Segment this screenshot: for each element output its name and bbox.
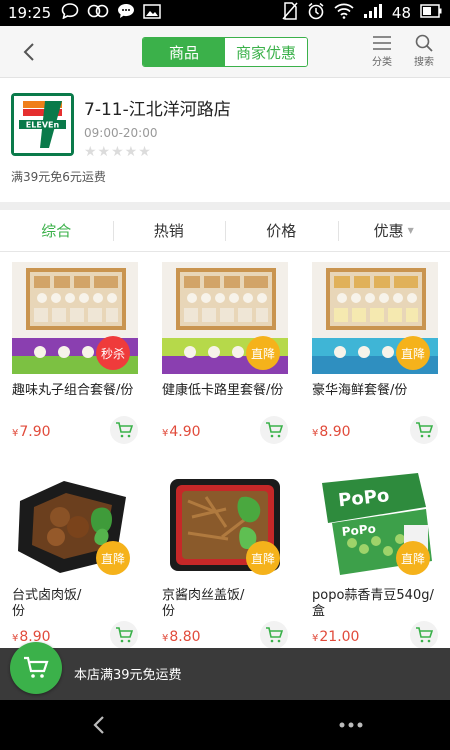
system-nav-bar xyxy=(0,700,450,750)
cart-icon xyxy=(116,422,133,438)
add-to-cart-button[interactable] xyxy=(410,621,438,649)
tab-products[interactable]: 商品 xyxy=(143,38,225,66)
cart-icon xyxy=(416,627,433,643)
product-name: 京酱肉丝盖饭/ 份 xyxy=(162,588,245,619)
free-shipping-promo: 本店满39元免运费 xyxy=(74,668,182,683)
product-card[interactable]: 直降 豪华海鲜套餐/份 ¥8.90 xyxy=(300,252,450,450)
signal-icon xyxy=(363,3,383,23)
cart-icon xyxy=(416,422,433,438)
rating-stars: ★★★★★ xyxy=(84,144,152,160)
promo-badge: 秒杀 xyxy=(96,336,130,370)
wifi-icon xyxy=(334,3,354,23)
product-name: 豪华海鲜套餐/份 xyxy=(312,383,408,398)
price-value: 21.00 xyxy=(319,629,360,645)
store-hours: 09:00-20:00 xyxy=(84,126,158,140)
list-icon xyxy=(373,36,391,50)
product-name: 趣味丸子组合套餐/份 xyxy=(12,383,134,398)
price-value: 8.90 xyxy=(319,424,351,440)
category-label: 分类 xyxy=(372,57,392,68)
currency-symbol: ¥ xyxy=(12,428,19,439)
add-to-cart-button[interactable] xyxy=(410,416,438,444)
promo-badge: 直降 xyxy=(246,541,280,575)
sort-tab-label: 综合 xyxy=(41,222,72,240)
promo-badge: 直降 xyxy=(396,541,430,575)
product-price: ¥7.90 xyxy=(12,424,51,440)
chevron-left-icon xyxy=(23,43,34,61)
shipping-note: 满39元免6元运费 xyxy=(11,170,106,184)
product-name: 健康低卡路里套餐/份 xyxy=(162,383,284,398)
product-card[interactable]: 直降 京酱肉丝盖饭/ 份 ¥8.80 xyxy=(150,457,300,655)
price-value: 4.90 xyxy=(169,424,201,440)
cart-icon xyxy=(116,627,133,643)
cart-icon xyxy=(266,627,283,643)
search-label: 搜索 xyxy=(414,57,434,68)
cart-icon xyxy=(24,656,49,678)
search-icon xyxy=(415,34,433,52)
promo-badge: 直降 xyxy=(96,541,130,575)
battery-level: 48 xyxy=(391,4,411,22)
clock: 19:25 xyxy=(8,4,52,22)
product-card[interactable]: 秒杀 趣味丸子组合套餐/份 ¥7.90 xyxy=(0,252,150,450)
cart-bar[interactable]: 本店满39元免运费 xyxy=(0,648,450,700)
category-button[interactable]: 分类 xyxy=(365,34,399,68)
image-icon xyxy=(143,3,161,23)
add-to-cart-button[interactable] xyxy=(260,621,288,649)
sort-tab-label: 热销 xyxy=(153,222,184,240)
tab-merchant-offers[interactable]: 商家优惠 xyxy=(225,38,307,66)
promo-badge: 直降 xyxy=(396,336,430,370)
price-value: 7.90 xyxy=(19,424,51,440)
no-sim-icon xyxy=(282,2,298,24)
product-card[interactable]: 直降 健康低卡路里套餐/份 ¥4.90 xyxy=(150,252,300,450)
search-button[interactable]: 搜索 xyxy=(407,34,441,68)
back-button[interactable] xyxy=(16,38,44,66)
status-bar: 19:25 48 xyxy=(0,0,450,26)
currency-symbol: ¥ xyxy=(312,428,319,439)
product-price: ¥21.00 xyxy=(312,629,359,645)
sort-tab-label: 优惠 xyxy=(373,222,404,240)
product-name: 台式卤肉饭/ 份 xyxy=(12,588,82,619)
nav-back-icon[interactable] xyxy=(88,713,112,737)
sort-tab-price[interactable]: 价格 xyxy=(225,210,338,251)
caret-down-icon: ▼ xyxy=(407,226,414,235)
product-card[interactable]: PoPo PoPo 直降 popo蒜香青豆540g/盒 ¥21.00 xyxy=(300,457,450,655)
product-price: ¥8.80 xyxy=(162,629,201,645)
sort-tab-discount[interactable]: 优惠 ▼ xyxy=(337,210,450,251)
price-value: 8.80 xyxy=(169,629,201,645)
cart-icon xyxy=(266,422,283,438)
sort-tabs: 综合 热销 价格 优惠 ▼ xyxy=(0,210,450,252)
promo-badge: 直降 xyxy=(246,336,280,370)
rings-icon xyxy=(87,4,109,22)
message-icon xyxy=(117,3,135,23)
segment-control: 商品 商家优惠 xyxy=(142,37,308,67)
logo-text: ELEVEn xyxy=(26,121,60,130)
battery-icon xyxy=(420,4,442,22)
add-to-cart-button[interactable] xyxy=(260,416,288,444)
more-dots-icon[interactable] xyxy=(338,720,364,730)
top-bar: 商品 商家优惠 分类 搜索 xyxy=(0,26,450,78)
product-price: ¥8.90 xyxy=(312,424,351,440)
store-name: 7-11-江北洋河路店 xyxy=(84,100,231,120)
product-grid: 秒杀 趣味丸子组合套餐/份 ¥7.90 直降 健康低卡路里套餐/份 ¥4.90 xyxy=(0,252,450,649)
divider xyxy=(0,202,450,210)
add-to-cart-button[interactable] xyxy=(110,416,138,444)
currency-symbol: ¥ xyxy=(12,633,19,644)
product-name: popo蒜香青豆540g/盒 xyxy=(312,588,434,619)
store-logo: ELEVEn xyxy=(11,93,74,156)
sort-tab-hot[interactable]: 热销 xyxy=(112,210,226,251)
product-card[interactable]: 直降 台式卤肉饭/ 份 ¥8.90 xyxy=(0,457,150,655)
sort-tab-label: 价格 xyxy=(266,222,297,240)
currency-symbol: ¥ xyxy=(162,633,169,644)
add-to-cart-button[interactable] xyxy=(110,621,138,649)
alarm-icon xyxy=(307,2,325,24)
sort-tab-overall[interactable]: 综合 xyxy=(0,210,113,251)
chat-bubble-icon xyxy=(61,3,79,23)
currency-symbol: ¥ xyxy=(162,428,169,439)
product-price: ¥4.90 xyxy=(162,424,201,440)
store-header: ELEVEn 7-11-江北洋河路店 09:00-20:00 ★★★★★ 满39… xyxy=(0,78,450,202)
currency-symbol: ¥ xyxy=(312,633,319,644)
shopping-cart-button[interactable] xyxy=(10,642,62,694)
